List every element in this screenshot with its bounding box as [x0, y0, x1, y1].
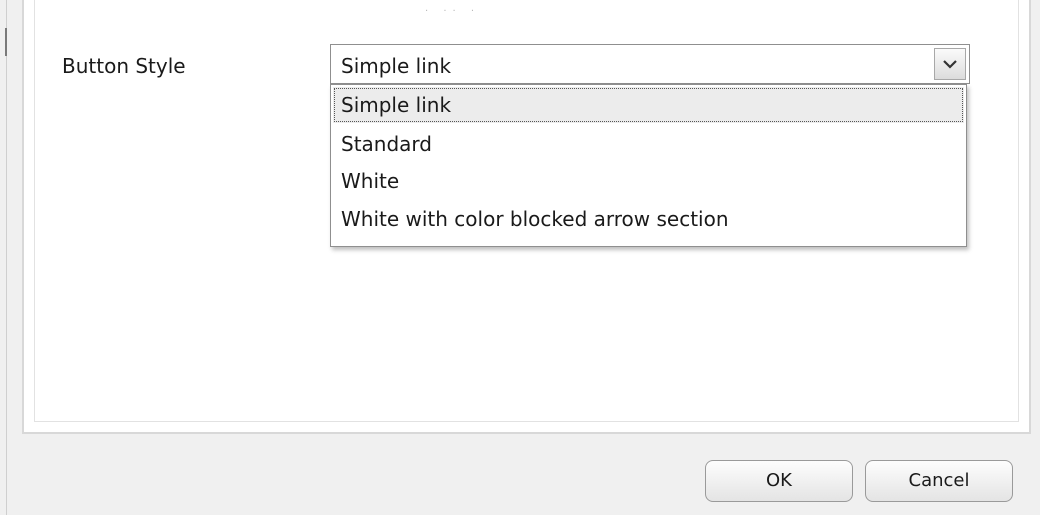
- window-edge: [6, 0, 7, 515]
- button-style-select-value: Simple link: [341, 54, 452, 78]
- dropdown-toggle-button[interactable]: [934, 48, 966, 80]
- button-style-label: Button Style: [62, 54, 186, 78]
- button-style-select[interactable]: Simple link: [330, 44, 970, 84]
- dropdown-option-white-color-blocked[interactable]: White with color blocked arrow section: [333, 201, 964, 237]
- chevron-down-icon: [943, 60, 957, 69]
- window-edge-marker: [5, 28, 7, 56]
- dialog-window: · ·· · Button Style Simple link Simple l…: [0, 0, 1040, 515]
- cancel-button[interactable]: Cancel: [865, 460, 1013, 502]
- dropdown-option-standard[interactable]: Standard: [333, 126, 964, 162]
- clipped-text-remnant: · ·· ·: [425, 6, 481, 17]
- dropdown-option-simple-link[interactable]: Simple link: [333, 87, 964, 123]
- ok-button[interactable]: OK: [705, 460, 853, 502]
- button-style-dropdown-list: Simple link Standard White White with co…: [330, 84, 967, 247]
- dropdown-option-white[interactable]: White: [333, 163, 964, 199]
